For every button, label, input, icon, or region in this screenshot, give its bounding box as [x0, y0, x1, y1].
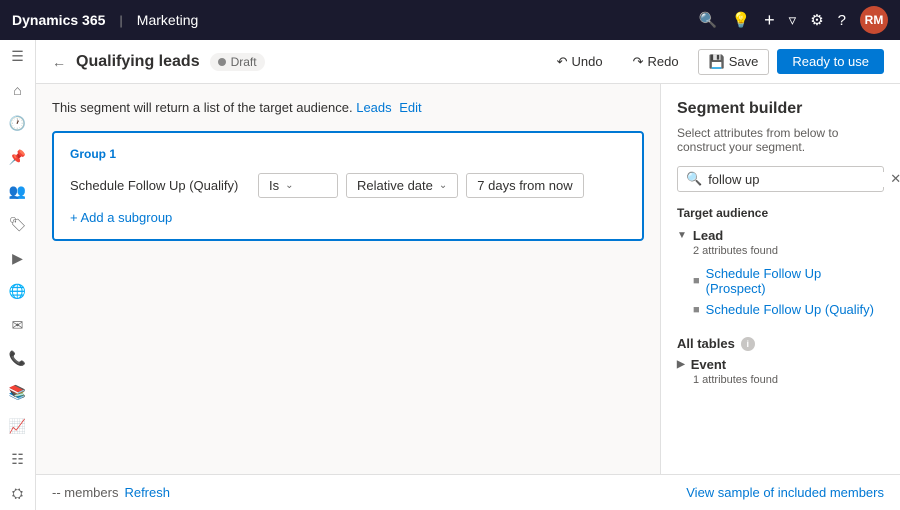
condition-field: Schedule Follow Up (Qualify): [70, 178, 250, 193]
attribute-item-prospect[interactable]: ■ Schedule Follow Up (Prospect): [677, 263, 884, 299]
sidebar-icon-globe[interactable]: 🌐: [4, 283, 32, 301]
lead-chevron-icon: ▼: [677, 230, 687, 241]
group-box: Group 1 Schedule Follow Up (Qualify) Is …: [52, 131, 644, 241]
target-audience-header: Target audience: [677, 206, 884, 220]
view-sample-link[interactable]: View sample of included members: [686, 485, 884, 500]
attribute-label-prospect: Schedule Follow Up (Prospect): [706, 266, 876, 296]
clear-icon[interactable]: ✕: [890, 171, 900, 187]
event-group-label: Event: [691, 357, 726, 372]
edit-link[interactable]: Edit: [399, 100, 421, 115]
attribute-label-qualify: Schedule Follow Up (Qualify): [706, 302, 874, 317]
sidebar-icon-tag[interactable]: 🏷: [4, 216, 32, 234]
segment-builder-panel: Segment builder Select attributes from b…: [660, 84, 900, 474]
content-area: ← Qualifying leads Draft ↶ Undo ↷ Redo 💾…: [36, 40, 900, 510]
condition-row: Schedule Follow Up (Qualify) Is ⌄ Relati…: [70, 173, 626, 198]
app-name: Dynamics 365: [12, 12, 105, 28]
save-icon: 💾: [709, 54, 725, 70]
audience-link[interactable]: Leads: [356, 100, 391, 115]
redo-icon: ↷: [633, 54, 644, 70]
sidebar-icon-arrow[interactable]: ▶: [4, 249, 32, 267]
plus-icon[interactable]: +: [764, 10, 775, 31]
all-tables-header: All tables i: [677, 336, 884, 351]
refresh-link[interactable]: Refresh: [124, 485, 170, 500]
redo-button[interactable]: ↷ Redo: [622, 49, 690, 75]
lead-group: ▼ Lead 2 attributes found ■ Schedule Fol…: [677, 228, 884, 320]
segment-info: This segment will return a list of the t…: [52, 100, 644, 115]
bottom-bar: -- members Refresh View sample of includ…: [36, 474, 900, 510]
lead-group-header[interactable]: ▼ Lead: [677, 228, 884, 243]
operator-dropdown[interactable]: Is ⌄: [258, 173, 338, 198]
module-name: Marketing: [137, 12, 198, 28]
ready-to-use-button[interactable]: Ready to use: [777, 49, 884, 74]
attribute-icon-qualify: ■: [693, 304, 700, 316]
date-type-chevron-icon: ⌄: [439, 180, 447, 191]
sidebar-icon-phone[interactable]: 📞: [4, 350, 32, 368]
main-row: This segment will return a list of the t…: [36, 84, 900, 474]
info-icon[interactable]: i: [741, 337, 755, 351]
date-type-dropdown[interactable]: Relative date ⌄: [346, 173, 458, 198]
attribute-icon-prospect: ■: [693, 275, 700, 287]
event-group-header[interactable]: ▶ Event: [677, 357, 884, 372]
sidebar-icon-pin[interactable]: 📌: [4, 149, 32, 167]
save-button[interactable]: 💾 Save: [698, 49, 770, 75]
lead-group-label: Lead: [693, 228, 723, 243]
search-icon: 🔍: [686, 171, 702, 187]
lightbulb-icon[interactable]: 💡: [731, 11, 750, 29]
group-label: Group 1: [70, 147, 626, 161]
add-subgroup-button[interactable]: + Add a subgroup: [70, 210, 626, 225]
search-icon[interactable]: 🔍: [699, 11, 718, 29]
sidebar-icon-recent[interactable]: 🕐: [4, 115, 32, 133]
date-value: 7 days from now: [466, 173, 583, 198]
page-title: Qualifying leads: [76, 53, 200, 71]
members-label: -- members: [52, 485, 118, 500]
undo-button[interactable]: ↶ Undo: [546, 49, 614, 75]
status-dot: [218, 58, 226, 66]
search-box: 🔍 ✕: [677, 166, 884, 192]
event-count: 1 attributes found: [693, 374, 884, 386]
topbar: Dynamics 365 | Marketing 🔍 💡 + ▿ ⚙ ? RM: [0, 0, 900, 40]
event-group: ▶ Event 1 attributes found: [677, 357, 884, 386]
builder-description: Select attributes from below to construc…: [677, 126, 884, 154]
sidebar-icon-menu[interactable]: ☰: [4, 48, 32, 66]
sidebar-icon-chart[interactable]: 📈: [4, 417, 32, 435]
back-button[interactable]: ←: [52, 54, 66, 70]
settings-icon[interactable]: ⚙: [810, 11, 823, 29]
topbar-icons: 🔍 💡 + ▿ ⚙ ? RM: [699, 6, 888, 34]
status-label: Draft: [231, 55, 257, 69]
help-icon[interactable]: ?: [838, 12, 846, 29]
sidebar-icon-home[interactable]: ⌂: [4, 82, 32, 100]
filter-icon[interactable]: ▿: [789, 11, 797, 29]
main-layout: ☰ ⌂ 🕐 📌 👥 🏷 ▶ 🌐 ✉ 📞 📚 📈 ☷ ⛭ ← Qualifying…: [0, 40, 900, 510]
sidebar-icon-people[interactable]: 👥: [4, 182, 32, 200]
search-input[interactable]: [708, 172, 884, 187]
status-badge: Draft: [210, 53, 265, 71]
sidebar: ☰ ⌂ 🕐 📌 👥 🏷 ▶ 🌐 ✉ 📞 📚 📈 ☷ ⛭: [0, 40, 36, 510]
header-actions: ↶ Undo ↷ Redo 💾 Save Ready to use: [546, 49, 884, 75]
topbar-divider: |: [119, 13, 122, 28]
operator-chevron-icon: ⌄: [285, 180, 293, 191]
page-header: ← Qualifying leads Draft ↶ Undo ↷ Redo 💾…: [36, 40, 900, 84]
sidebar-icon-book[interactable]: 📚: [4, 384, 32, 402]
undo-icon: ↶: [557, 54, 568, 70]
segment-editor: This segment will return a list of the t…: [36, 84, 660, 474]
avatar[interactable]: RM: [860, 6, 888, 34]
sidebar-icon-cog[interactable]: ⛭: [4, 485, 32, 503]
attribute-item-qualify[interactable]: ■ Schedule Follow Up (Qualify): [677, 299, 884, 320]
builder-title: Segment builder: [677, 100, 884, 118]
lead-count: 2 attributes found: [693, 245, 884, 257]
sidebar-icon-grid[interactable]: ☷: [4, 451, 32, 469]
all-tables-label: All tables: [677, 336, 735, 351]
sidebar-icon-email[interactable]: ✉: [4, 317, 32, 335]
event-chevron-icon: ▶: [677, 359, 685, 370]
